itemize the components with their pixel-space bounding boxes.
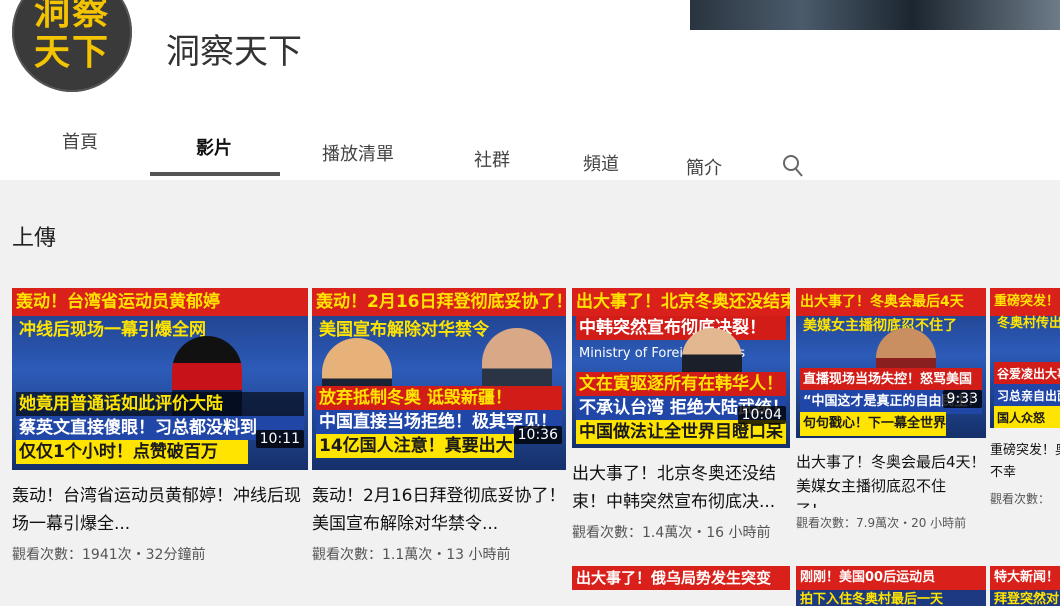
thumb-caption: 刚刚！美国00后运动员 xyxy=(796,566,986,590)
banner-image xyxy=(690,0,1060,30)
thumb-caption: 拜登突然对 xyxy=(990,590,1060,606)
thumb-caption: 直播现场当场失控！怒骂美国 xyxy=(800,368,982,392)
video-thumbnail[interactable]: 轰动！2月16日拜登彻底妥协了！ 美国宣布解除对华禁令 放弃抵制冬奥 诋毁新疆！… xyxy=(312,288,566,470)
tab-channels[interactable]: 頻道 xyxy=(583,150,619,176)
thumb-caption: 冲线后现场一幕引爆全网 xyxy=(19,320,206,340)
thumb-caption: Ministry of Foreign Affairs xyxy=(579,346,746,361)
selected-tab-indicator xyxy=(150,172,280,176)
channel-name: 洞察天下 xyxy=(166,32,302,72)
video-meta: 觀看次數： xyxy=(990,492,1051,506)
video-duration: 10:04 xyxy=(737,406,786,424)
tab-videos[interactable]: 影片 xyxy=(196,134,232,160)
tab-playlists[interactable]: 播放清單 xyxy=(322,140,394,166)
thumb-caption: 中韩突然宣布彻底决裂！ xyxy=(576,316,786,340)
video-duration: 10:36 xyxy=(513,426,562,444)
channel-header: 洞察 天下 洞察天下 首頁 影片 播放清單 社群 頻道 簡介 xyxy=(0,0,1060,180)
video-title[interactable]: 出大事了！冬奥会最后4天！美媒女主播彻底忍不住了！... xyxy=(796,450,986,508)
video-thumbnail[interactable]: 出大事了！北京冬奥还没结束 中韩突然宣布彻底决裂！ Ministry of Fo… xyxy=(572,288,790,448)
thumb-caption: 出大事了！冬奥会最后4天 xyxy=(796,288,986,316)
thumb-caption: 冬奥村传出 xyxy=(997,316,1060,331)
thumb-caption: 谷爱凌出大事 xyxy=(994,362,1060,386)
thumb-caption: 轰动！2月16日拜登彻底妥协了！ xyxy=(312,288,566,316)
video-title[interactable]: 重磅突发！奥村传出不幸 xyxy=(990,440,1060,484)
video-thumbnail[interactable]: 轰动！台湾省运动员黄郁婷 冲线后现场一幕引爆全网 她竟用普通话如此评价大陆 蔡英… xyxy=(12,288,308,470)
video-thumbnail-next-row[interactable]: 刚刚！美国00后运动员 拍下入住冬奥村最后一天 xyxy=(796,566,986,606)
search-icon[interactable] xyxy=(782,154,804,178)
tab-community[interactable]: 社群 xyxy=(474,146,510,172)
video-duration: 9:33 xyxy=(942,390,982,408)
video-card[interactable]: 轰动！台湾省运动员黄郁婷 冲线后现场一幕引爆全网 她竟用普通话如此评价大陆 蔡英… xyxy=(12,288,308,564)
thumb-caption: 14亿国人注意！真要出大 xyxy=(316,434,514,458)
video-meta: 觀看次數：1.4萬次・16 小時前 xyxy=(572,525,771,541)
thumb-caption: 拍下入住冬奥村最后一天 xyxy=(796,590,986,606)
video-thumbnail-next-row[interactable]: 特大新闻！ 拜登突然对 xyxy=(990,566,1060,606)
thumb-caption: 文在寅驱逐所有在韩华人！ xyxy=(576,372,786,396)
avatar-text-line2: 天下 xyxy=(33,31,110,73)
tab-about[interactable]: 簡介 xyxy=(686,154,722,180)
video-card[interactable]: 出大事了！冬奥会最后4天 美媒女主播彻底忍不住了 直播现场当场失控！怒骂美国 “… xyxy=(796,288,986,531)
video-meta: 觀看次數：1.1萬次・13 小時前 xyxy=(312,547,511,563)
thumb-caption: 特大新闻！ xyxy=(990,566,1060,590)
video-meta: 觀看次數：7.9萬次・20 小時前 xyxy=(796,516,967,530)
video-card[interactable]: 轰动！2月16日拜登彻底妥协了！ 美国宣布解除对华禁令 放弃抵制冬奥 诋毁新疆！… xyxy=(312,288,566,564)
thumb-caption: 习总亲自出面 xyxy=(994,384,1060,408)
thumb-caption: 句句戳心！下一幕全世界沸 xyxy=(800,412,946,436)
video-meta: 觀看次數：1941次・32分鐘前 xyxy=(12,547,206,563)
thumb-caption: 放弃抵制冬奥 诋毁新疆！ xyxy=(316,386,562,410)
thumb-caption: 她竟用普通话如此评价大陆 xyxy=(16,392,304,416)
channel-avatar[interactable]: 洞察 天下 xyxy=(12,0,132,92)
video-card[interactable]: 出大事了！北京冬奥还没结束 中韩突然宣布彻底决裂！ Ministry of Fo… xyxy=(572,288,790,542)
video-duration: 10:11 xyxy=(255,430,304,448)
thumb-caption: 仅仅1个小时！点赞破百万 xyxy=(16,440,248,464)
video-thumbnail[interactable]: 重磅突发！ 冬奥村传出 谷爱凌出大事 习总亲自出面 国人众怒 xyxy=(990,288,1060,428)
avatar-text-line1: 洞察 xyxy=(33,0,110,33)
video-thumbnail-next-row[interactable]: 出大事了！俄乌局势发生突变 xyxy=(572,566,790,606)
section-title-uploads: 上傳 xyxy=(12,226,57,251)
thumb-caption: 轰动！台湾省运动员黄郁婷 xyxy=(12,288,308,316)
video-card[interactable]: 重磅突发！ 冬奥村传出 谷爱凌出大事 习总亲自出面 国人众怒 重磅突发！奥村传出… xyxy=(990,288,1060,507)
video-thumbnail[interactable]: 出大事了！冬奥会最后4天 美媒女主播彻底忍不住了 直播现场当场失控！怒骂美国 “… xyxy=(796,288,986,438)
video-title[interactable]: 轰动！台湾省运动员黄郁婷！冲线后现场一幕引爆全... xyxy=(12,482,308,538)
thumb-caption: 出大事了！北京冬奥还没结束 xyxy=(572,288,790,316)
video-title[interactable]: 出大事了！北京冬奥还没结束！中韩突然宣布彻底决... xyxy=(572,460,790,516)
thumb-caption: 出大事了！俄乌局势发生突变 xyxy=(572,566,790,590)
video-title[interactable]: 轰动！2月16日拜登彻底妥协了！美国宣布解除对华禁令... xyxy=(312,482,566,538)
thumb-caption: 国人众怒 xyxy=(994,406,1060,428)
tab-home[interactable]: 首頁 xyxy=(62,128,98,154)
